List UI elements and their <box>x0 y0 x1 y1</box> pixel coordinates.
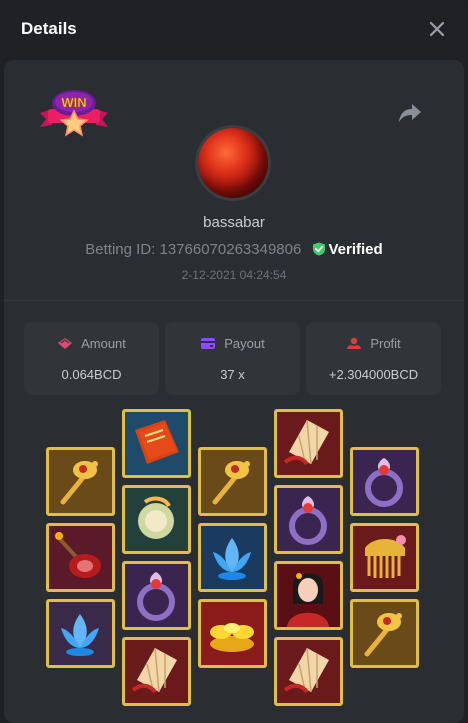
hairpin-icon <box>49 450 112 513</box>
slot-tile <box>350 523 419 592</box>
slot-tile <box>198 447 267 516</box>
lady-icon <box>277 564 340 627</box>
amount-card: Amount 0.064BCD <box>24 322 159 395</box>
slot-tile <box>350 447 419 516</box>
ring-icon <box>277 488 340 551</box>
betting-id-value: 1376607026334980 <box>159 241 293 258</box>
folding-fan-icon <box>277 412 340 475</box>
lotus-icon <box>201 526 264 589</box>
win-badge-icon: WIN <box>40 90 108 137</box>
avatar-image <box>198 128 268 198</box>
payout-card: Payout 37 x <box>165 322 300 395</box>
profit-card: Profit +2.304000BCD <box>306 322 441 395</box>
payout-icon <box>201 338 216 349</box>
comb-icon <box>353 526 416 589</box>
slot-tile <box>122 637 191 706</box>
avatar <box>195 125 271 201</box>
slot-tile <box>198 599 267 668</box>
divider <box>4 300 464 301</box>
details-modal: Details WIN bassabar Betting ID: 1376607… <box>0 0 468 723</box>
modal-title: Details <box>21 19 77 38</box>
profit-value: +2.304000BCD <box>328 367 419 382</box>
payout-label-row: Payout <box>165 336 300 351</box>
slot-tile <box>274 485 343 554</box>
svg-text:WIN: WIN <box>61 95 86 110</box>
slot-tile <box>274 561 343 630</box>
slot-tile <box>198 523 267 592</box>
modal-header: Details <box>0 0 468 60</box>
bet-date: 2-12-2021 04:24:54 <box>181 268 287 282</box>
comb-ornament-icon <box>49 526 112 589</box>
mooncake-icon <box>125 488 188 551</box>
profit-icon <box>347 337 362 349</box>
close-icon[interactable] <box>426 18 448 40</box>
slot-tile <box>350 599 419 668</box>
verified-label: Verified <box>328 241 383 258</box>
hairpin-icon <box>353 602 416 665</box>
slot-tile <box>274 409 343 478</box>
gold-ingots-icon <box>201 602 264 665</box>
slot-tile <box>122 485 191 554</box>
betting-id-suffix: 6 <box>292 241 302 258</box>
payout-label: Payout <box>224 336 265 351</box>
folding-fan-icon <box>277 640 340 703</box>
slot-tile <box>46 599 115 668</box>
lotus-icon <box>49 602 112 665</box>
hairpin-icon <box>201 450 264 513</box>
amount-icon <box>58 338 73 349</box>
amount-label: Amount <box>81 336 126 351</box>
betting-id-label: Betting ID: <box>85 241 156 258</box>
slot-tile <box>46 523 115 592</box>
betting-id-line: Betting ID: 13766070263349806 Verified <box>0 241 468 258</box>
slot-tile <box>274 637 343 706</box>
profit-label: Profit <box>370 336 401 351</box>
slot-tile <box>46 447 115 516</box>
username: bassabar <box>203 214 265 231</box>
payout-value: 37 x <box>220 367 245 382</box>
amount-label-row: Amount <box>24 336 159 351</box>
slot-tile <box>122 409 191 478</box>
profit-label-row: Profit <box>306 336 441 351</box>
share-icon[interactable] <box>398 102 422 124</box>
book-icon <box>125 412 188 475</box>
folding-fan-icon <box>125 640 188 703</box>
slot-tile <box>122 561 191 630</box>
ring-icon <box>353 450 416 513</box>
ring-icon <box>125 564 188 627</box>
verified-shield-icon <box>312 242 325 256</box>
amount-value: 0.064BCD <box>61 367 122 382</box>
